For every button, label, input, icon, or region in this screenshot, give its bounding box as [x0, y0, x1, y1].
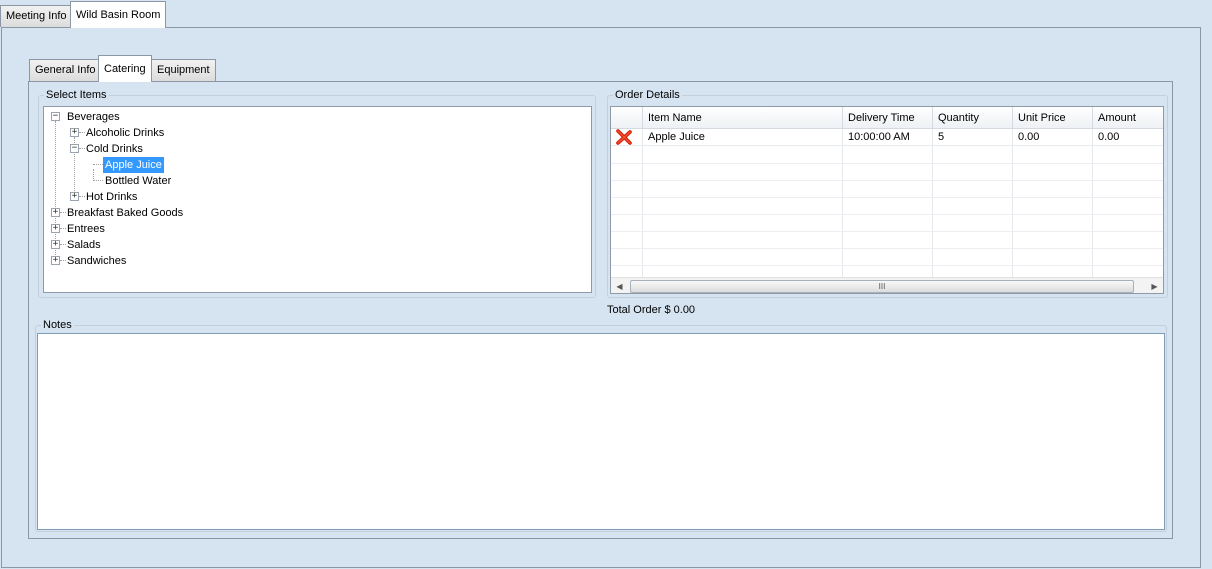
tree-node-apple-juice[interactable]: Apple Juice [103, 157, 164, 173]
tree-node-entrees[interactable]: Entrees [67, 221, 105, 237]
tab-catering[interactable]: Catering [98, 55, 152, 82]
tree-node-salads[interactable]: Salads [67, 237, 101, 253]
tab-wild-basin-room[interactable]: Wild Basin Room [70, 1, 167, 28]
table-cell-delivery-time[interactable]: 10:00:00 AM [843, 129, 933, 146]
grid-header-quantity[interactable]: Quantity [933, 107, 1013, 129]
total-order-label: Total Order $ 0.00 [607, 304, 696, 316]
grid-header-amount[interactable]: Amount [1093, 107, 1163, 129]
scroll-left-icon[interactable]: ◀ [611, 278, 628, 293]
tree-node-breakfast-baked-goods[interactable]: Breakfast Baked Goods [67, 205, 183, 221]
table-cell-amount[interactable]: 0.00 [1093, 129, 1163, 146]
scroll-right-icon[interactable]: ▶ [1146, 278, 1163, 293]
item-tree[interactable]: − + − + + + + + Beverages Alcoholic Drin… [43, 106, 592, 293]
tab-equipment[interactable]: Equipment [151, 59, 216, 81]
expand-icon[interactable]: + [51, 224, 60, 233]
order-grid[interactable]: Item Name Delivery Time Quantity Unit Pr… [610, 106, 1164, 294]
notes-title: Notes [41, 319, 74, 331]
grid-header-delivery-time[interactable]: Delivery Time [843, 107, 933, 129]
table-cell-item-name[interactable]: Apple Juice [643, 129, 843, 146]
tree-node-alcoholic-drinks[interactable]: Alcoholic Drinks [86, 125, 164, 141]
grid-header-unit-price[interactable]: Unit Price [1013, 107, 1093, 129]
tab-general-info[interactable]: General Info [29, 59, 102, 81]
order-details-title: Order Details [613, 89, 682, 101]
tree-node-sandwiches[interactable]: Sandwiches [67, 253, 126, 269]
tree-node-bottled-water[interactable]: Bottled Water [105, 173, 171, 189]
expand-icon[interactable]: + [51, 208, 60, 217]
table-cell-quantity[interactable]: 5 [933, 129, 1013, 146]
collapse-icon[interactable]: − [51, 112, 60, 121]
tab-meeting-info[interactable]: Meeting Info [0, 5, 73, 27]
collapse-icon[interactable]: − [70, 144, 79, 153]
tree-node-beverages[interactable]: Beverages [67, 109, 120, 125]
horizontal-scrollbar[interactable]: ◀ III ▶ [611, 277, 1163, 293]
notes-textarea[interactable] [37, 333, 1165, 530]
scroll-thumb[interactable]: III [630, 280, 1134, 293]
tree-node-cold-drinks[interactable]: Cold Drinks [86, 141, 143, 157]
table-cell-unit-price[interactable]: 0.00 [1013, 129, 1093, 146]
grid-header-item-name[interactable]: Item Name [643, 107, 843, 129]
delete-row-button[interactable] [611, 129, 643, 146]
select-items-title: Select Items [44, 89, 109, 101]
tree-node-hot-drinks[interactable]: Hot Drinks [86, 189, 137, 205]
expand-icon[interactable]: + [51, 256, 60, 265]
expand-icon[interactable]: + [70, 192, 79, 201]
expand-icon[interactable]: + [70, 128, 79, 137]
delete-x-icon [616, 129, 632, 145]
grid-header-delete [611, 107, 643, 129]
expand-icon[interactable]: + [51, 240, 60, 249]
